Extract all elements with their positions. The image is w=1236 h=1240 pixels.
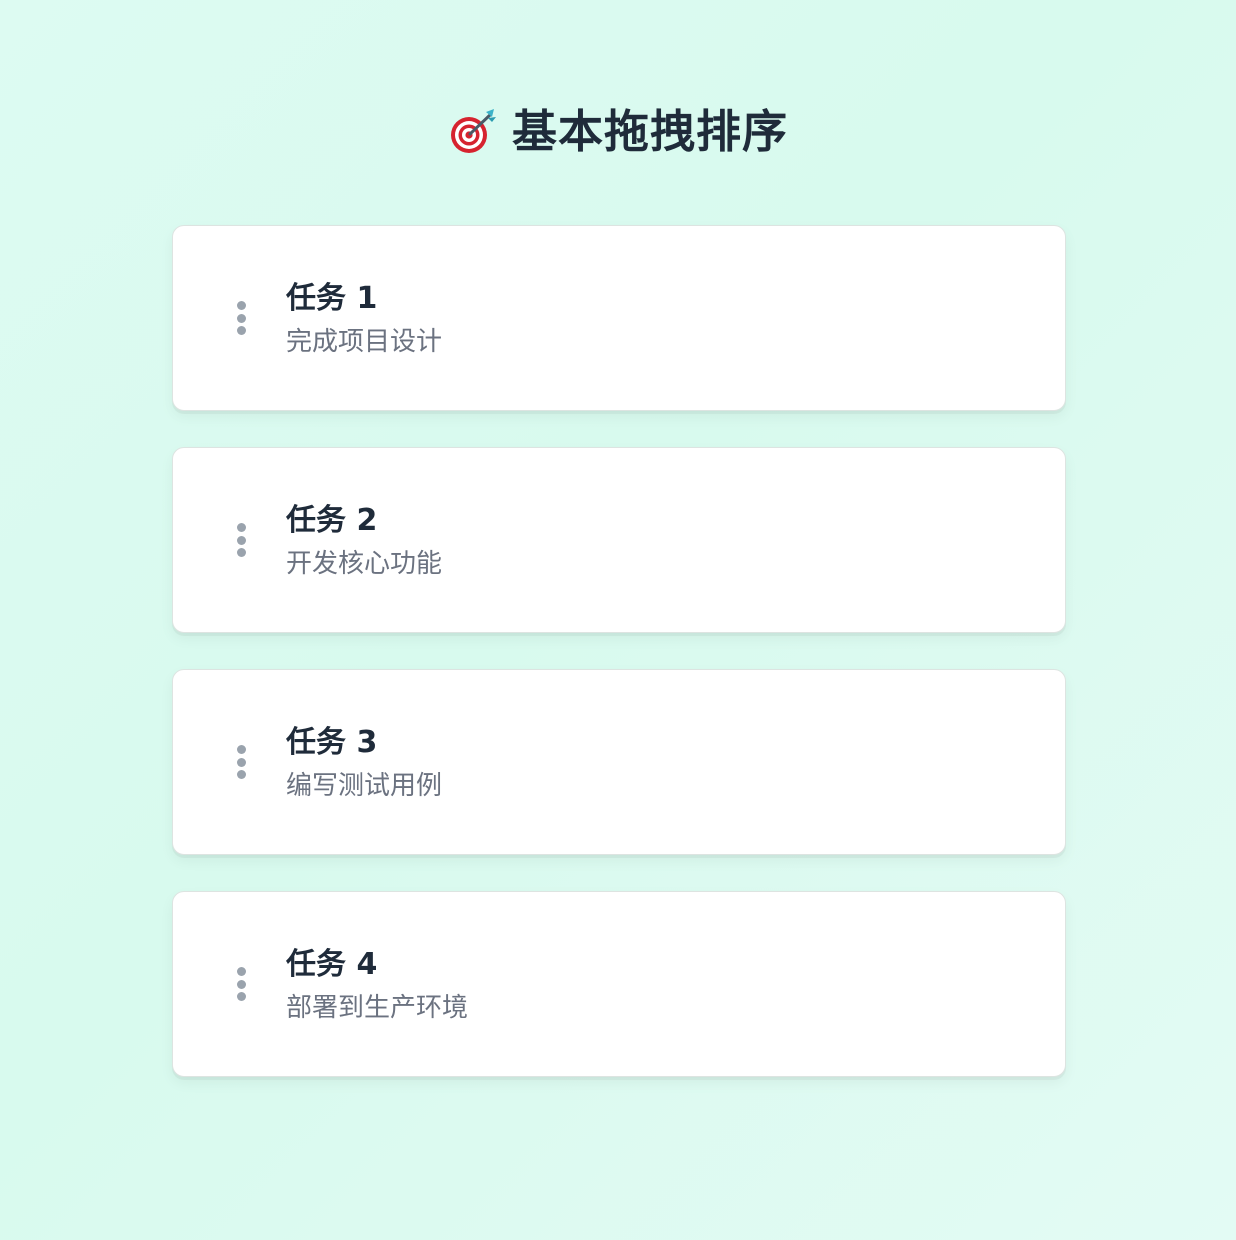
handle-dot (236, 992, 246, 1001)
handle-dot (236, 523, 246, 532)
drag-handle-icon[interactable] (229, 742, 253, 782)
handle-dot (236, 745, 246, 754)
target-dart-icon (448, 106, 498, 156)
task-card[interactable]: 任务 4 部署到生产环境 (172, 891, 1066, 1077)
task-title: 任务 1 (286, 281, 378, 316)
task-card[interactable]: 任务 2 开发核心功能 (172, 447, 1066, 633)
task-card[interactable]: 任务 3 编写测试用例 (172, 669, 1066, 855)
handle-dot (236, 757, 246, 767)
handle-dot (236, 326, 246, 335)
task-title: 任务 4 (286, 947, 378, 982)
task-description: 完成项目设计 (286, 327, 443, 357)
drag-handle-icon[interactable] (229, 520, 253, 560)
handle-dot (236, 301, 246, 310)
handle-dot (236, 770, 246, 779)
handle-dot (236, 967, 246, 976)
handle-dot (236, 313, 246, 323)
task-card[interactable]: 任务 1 完成项目设计 (172, 225, 1066, 411)
page-title: 基本拖拽排序 (511, 104, 788, 158)
task-title: 任务 2 (286, 503, 378, 538)
handle-dot (236, 548, 246, 557)
task-description: 部署到生产环境 (286, 993, 469, 1023)
page-header: 基本拖拽排序 (0, 96, 1236, 166)
handle-dot (236, 979, 246, 989)
sortable-list: 任务 1 完成项目设计 任务 2 开发核心功能 任务 3 编写测试用例 任务 4… (172, 225, 1066, 1113)
task-description: 开发核心功能 (286, 549, 443, 579)
task-title: 任务 3 (286, 725, 378, 760)
handle-dot (236, 535, 246, 545)
page: 基本拖拽排序 任务 1 完成项目设计 任务 2 开发核心功能 任务 3 编写测试… (0, 0, 1236, 1240)
task-description: 编写测试用例 (286, 771, 443, 801)
drag-handle-icon[interactable] (229, 964, 253, 1004)
drag-handle-icon[interactable] (229, 298, 253, 338)
